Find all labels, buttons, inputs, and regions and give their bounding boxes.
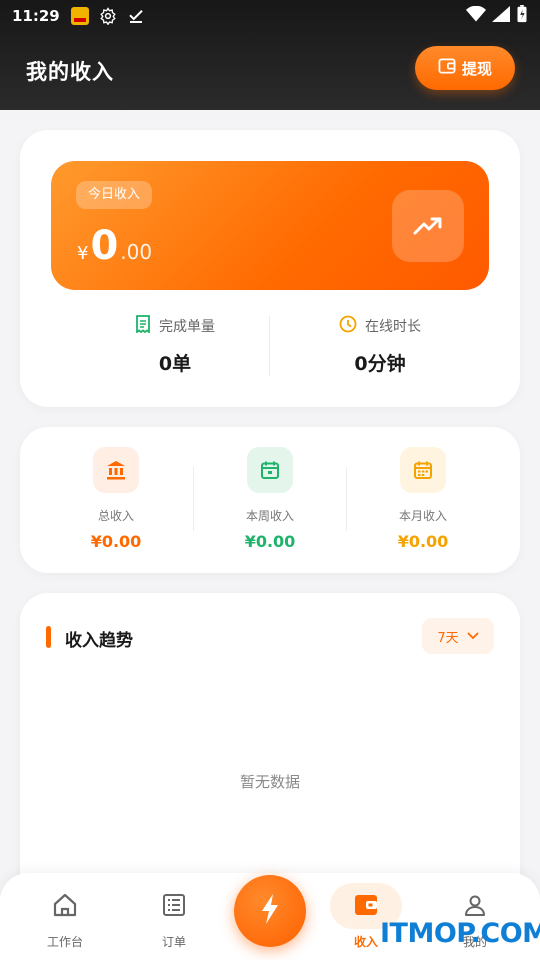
- summary-total-value: ¥0.00: [90, 532, 142, 551]
- stat-orders: 完成单量 0单: [65, 315, 285, 376]
- list-icon: [162, 894, 186, 921]
- wallet-icon: [353, 895, 379, 921]
- bank-icon: [93, 447, 139, 493]
- summary-week[interactable]: 本周收入 ¥0.00: [190, 447, 350, 551]
- amount-decimal: .00: [120, 240, 153, 264]
- summary-total-label: 总收入: [97, 509, 134, 523]
- online-value: 0分钟: [354, 353, 406, 375]
- watermark-text: ITMOP.COM: [380, 918, 540, 949]
- clock-icon: [339, 315, 357, 337]
- summary-total[interactable]: 总收入 ¥0.00: [36, 447, 196, 551]
- tab-orders[interactable]: 订单: [129, 893, 219, 950]
- orders-value: 0单: [158, 353, 192, 375]
- battery-charging-icon: [516, 5, 528, 27]
- status-time: 11:29: [12, 7, 60, 25]
- status-bar: 11:29: [0, 0, 540, 32]
- today-income-card: 今日收入 ¥ 0 .00 完成单量 0单 在线时长 0分钟: [20, 130, 520, 407]
- trend-up-icon: [392, 190, 464, 262]
- signal-icon: [492, 6, 510, 26]
- today-income-amount: ¥ 0 .00: [77, 223, 152, 269]
- app-badge-icon: [70, 6, 90, 26]
- wallet-icon: [438, 58, 456, 78]
- summary-week-label: 本周收入: [245, 509, 294, 523]
- app-header: 11:29 我的收入 提现: [0, 0, 540, 110]
- income-summary-card: 总收入 ¥0.00 本周收入 ¥0.00 本月收入 ¥0.00: [20, 427, 520, 573]
- tab-orders-label: 订单: [161, 935, 186, 949]
- check-icon: [126, 6, 146, 26]
- range-value: 7天: [437, 630, 459, 646]
- quick-action-button[interactable]: [234, 875, 306, 947]
- calendar-month-icon: [400, 447, 446, 493]
- withdraw-label: 提现: [461, 59, 492, 78]
- receipt-icon: [135, 315, 151, 337]
- trend-title: 收入趋势: [65, 631, 133, 651]
- summary-month-label: 本月收入: [398, 509, 447, 523]
- wifi-icon: [466, 5, 486, 26]
- withdraw-button[interactable]: 提现: [415, 46, 515, 90]
- summary-month[interactable]: 本月收入 ¥0.00: [343, 447, 503, 551]
- lightning-icon: [259, 893, 281, 929]
- page-title: 我的收入: [26, 60, 114, 84]
- section-accent-bar: [46, 626, 51, 648]
- home-icon: [52, 893, 78, 921]
- empty-state-text: 暂无数据: [239, 773, 300, 791]
- calendar-week-icon: [247, 447, 293, 493]
- range-selector[interactable]: 7天: [422, 618, 494, 654]
- amount-integer: 0: [90, 223, 119, 269]
- today-income-label: 今日收入: [76, 181, 153, 209]
- orders-label: 完成单量: [159, 319, 215, 335]
- income-trend-card: 收入趋势 7天 暂无数据: [20, 593, 520, 893]
- currency-symbol: ¥: [77, 243, 89, 264]
- summary-week-value: ¥0.00: [244, 532, 296, 551]
- settings-icon: [98, 6, 118, 26]
- summary-month-value: ¥0.00: [397, 532, 449, 551]
- chevron-down-icon: [467, 629, 479, 644]
- tab-workbench[interactable]: 工作台: [20, 893, 110, 950]
- stat-online-time: 在线时长 0分钟: [270, 315, 490, 376]
- tab-workbench-label: 工作台: [46, 935, 83, 949]
- today-income-banner: 今日收入 ¥ 0 .00: [51, 161, 489, 290]
- online-label: 在线时长: [365, 319, 421, 335]
